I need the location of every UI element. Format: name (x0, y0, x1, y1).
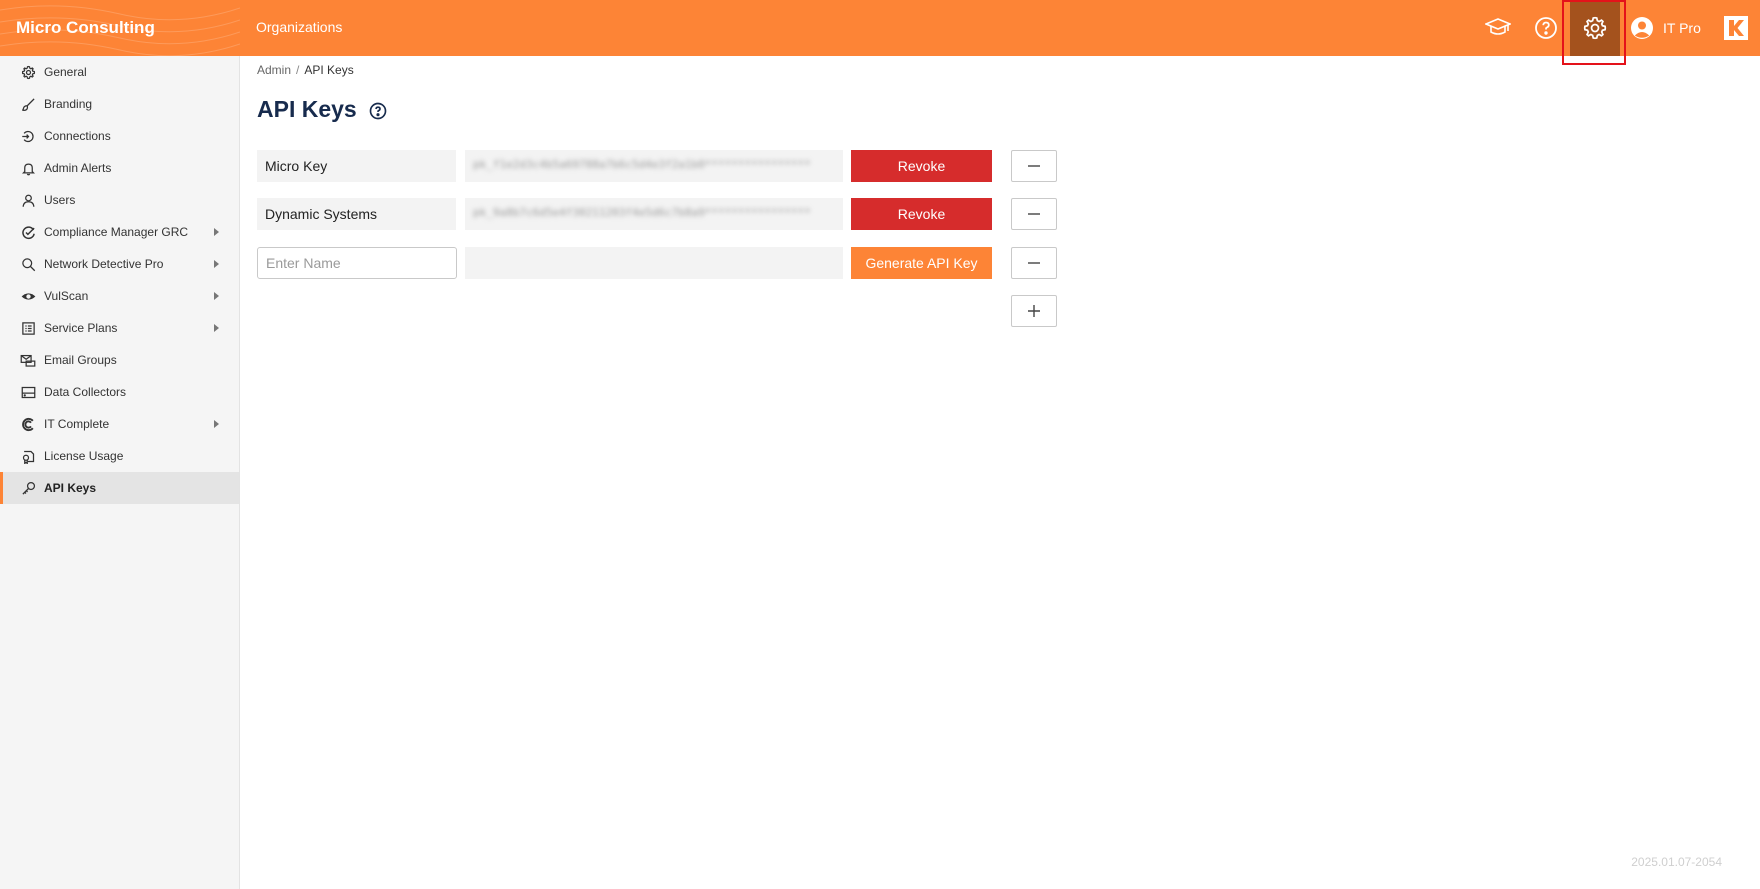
top-bar: Micro Consulting Organizations IT Pro (0, 0, 1760, 56)
sidebar-item-vulscan[interactable]: VulScan (0, 280, 239, 312)
user-icon (20, 192, 36, 208)
remove-row-button[interactable] (1011, 247, 1057, 279)
sidebar-item-label: Users (44, 193, 76, 207)
sidebar-item-branding[interactable]: Branding (0, 88, 239, 120)
nav-organizations[interactable]: Organizations (256, 0, 342, 56)
minus-icon (1028, 262, 1040, 264)
sidebar-item-label: General (44, 65, 87, 79)
sidebar-item-email-groups[interactable]: Email Groups (0, 344, 239, 376)
sidebar-item-compliance-manager-grc[interactable]: Compliance Manager GRC (0, 216, 239, 248)
user-menu[interactable]: IT Pro (1630, 0, 1701, 56)
caret-right-icon (214, 420, 219, 428)
remove-row-button[interactable] (1011, 198, 1057, 230)
gear-icon (20, 64, 36, 80)
plus-icon (1028, 305, 1040, 317)
sidebar-item-label: Service Plans (44, 321, 118, 335)
sidebar-item-label: Admin Alerts (44, 161, 112, 175)
eye-icon (20, 288, 36, 304)
api-key-row: Micro Key pk_f1e2d3c4b5a69788a7b6c5d4e3f… (257, 150, 1057, 182)
api-key-masked-value: pk_9a8b7c6d5e4f30211203f4e5d6c7b8a9*****… (473, 206, 811, 219)
generate-api-key-button[interactable]: Generate API Key (851, 247, 992, 279)
brush-icon (20, 96, 36, 112)
sidebar-item-label: Branding (44, 97, 93, 111)
graduation-cap-icon[interactable] (1482, 12, 1514, 44)
user-circle-icon (1631, 17, 1653, 39)
new-key-name-input[interactable] (257, 247, 457, 279)
main-content: Admin / API Keys API Keys Micro Key pk_f1e… (257, 56, 1747, 889)
compliance-icon (20, 224, 36, 240)
api-key-value-field: pk_f1e2d3c4b5a69788a7b6c5d4e3f2a1b0*****… (465, 150, 843, 182)
user-name: IT Pro (1663, 20, 1701, 36)
api-key-masked-value: pk_f1e2d3c4b5a69788a7b6c5d4e3f2a1b0*****… (473, 158, 811, 171)
search-icon (20, 256, 36, 272)
caret-right-icon (214, 228, 219, 236)
sidebar-item-label: Compliance Manager GRC (44, 225, 189, 239)
minus-icon (1028, 213, 1040, 215)
sidebar-item-admin-alerts[interactable]: Admin Alerts (0, 152, 239, 184)
k-logo-icon[interactable] (1724, 16, 1748, 40)
sidebar-item-label: IT Complete (44, 417, 110, 431)
sidebar-item-label: VulScan (44, 289, 89, 303)
add-row-button[interactable] (1011, 295, 1057, 327)
page-title: API Keys (257, 96, 357, 122)
sidebar-item-label: Email Groups (44, 353, 117, 367)
sidebar-item-label: Data Collectors (44, 385, 127, 399)
bell-icon (20, 160, 36, 176)
api-key-value-field: pk_9a8b7c6d5e4f30211203f4e5d6c7b8a9*****… (465, 198, 843, 230)
sidebar: General Branding Connections Admin Alert… (0, 56, 240, 889)
caret-right-icon (214, 260, 219, 268)
api-key-name: Micro Key (257, 150, 456, 182)
sidebar-item-label: Network Detective Pro (44, 257, 164, 271)
it-complete-icon (20, 416, 36, 432)
license-icon (20, 448, 36, 464)
api-key-name: Dynamic Systems (257, 198, 456, 230)
sidebar-item-service-plans[interactable]: Service Plans (0, 312, 239, 344)
sidebar-item-it-complete[interactable]: IT Complete (0, 408, 239, 440)
sidebar-item-users[interactable]: Users (0, 184, 239, 216)
breadcrumb-current: API Keys (304, 63, 354, 77)
revoke-button[interactable]: Revoke (851, 198, 992, 230)
gear-icon (1583, 16, 1607, 40)
brand-name[interactable]: Micro Consulting (16, 0, 155, 56)
sidebar-item-api-keys[interactable]: API Keys (0, 472, 239, 504)
add-row-container (257, 295, 1057, 327)
remove-row-button[interactable] (1011, 150, 1057, 182)
plug-icon (20, 128, 36, 144)
caret-right-icon (214, 292, 219, 300)
sidebar-item-label: License Usage (44, 449, 124, 463)
sidebar-item-data-collectors[interactable]: Data Collectors (0, 376, 239, 408)
revoke-button[interactable]: Revoke (851, 150, 992, 182)
breadcrumb: Admin / API Keys (257, 63, 354, 77)
key-icon (20, 480, 36, 496)
list-icon (20, 320, 36, 336)
help-circle-icon[interactable] (368, 101, 388, 121)
new-api-key-row: Generate API Key (257, 247, 1057, 279)
sidebar-item-label: API Keys (44, 481, 97, 495)
sidebar-item-network-detective-pro[interactable]: Network Detective Pro (0, 248, 239, 280)
new-key-value-field (465, 247, 843, 279)
sidebar-item-general[interactable]: General (0, 56, 239, 88)
help-circle-icon[interactable] (1530, 12, 1562, 44)
drive-icon (20, 384, 36, 400)
sidebar-item-label: Connections (44, 129, 111, 143)
email-group-icon (20, 352, 36, 368)
settings-button[interactable] (1570, 0, 1620, 56)
api-key-row: Dynamic Systems pk_9a8b7c6d5e4f30211203f… (257, 198, 1057, 230)
version-label: 2025.01.07-2054 (1631, 855, 1722, 869)
sidebar-item-license-usage[interactable]: License Usage (0, 440, 239, 472)
breadcrumb-admin[interactable]: Admin (257, 63, 291, 77)
caret-right-icon (214, 324, 219, 332)
minus-icon (1028, 165, 1040, 167)
sidebar-item-connections[interactable]: Connections (0, 120, 239, 152)
breadcrumb-separator: / (296, 63, 300, 77)
